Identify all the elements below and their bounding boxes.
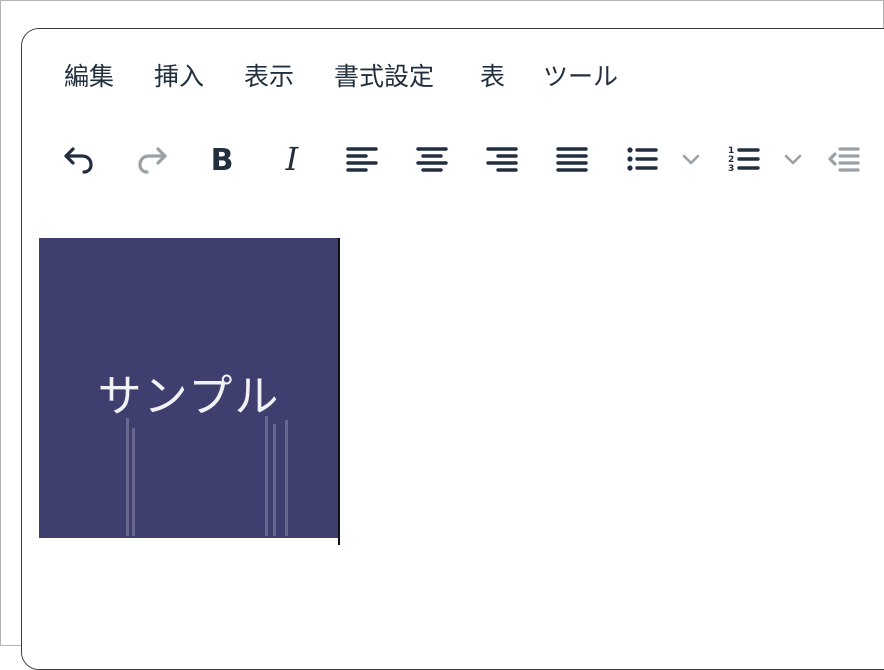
menu-table[interactable]: 表: [480, 59, 505, 95]
image-texture: [132, 428, 135, 536]
editor-header: 編集 挿入 表示 書式設定 表 ツール B I 1 2 3: [22, 29, 884, 205]
italic-icon: I: [285, 141, 300, 177]
menu-view[interactable]: 表示: [244, 59, 294, 95]
menu-tools[interactable]: ツール: [543, 59, 618, 95]
align-right-icon: [486, 147, 518, 172]
editor-content[interactable]: サンプル: [22, 205, 884, 669]
rich-text-editor: 編集 挿入 表示 書式設定 表 ツール B I 1 2 3 サンプル: [21, 28, 884, 670]
align-justify-button[interactable]: [552, 139, 592, 179]
undo-button[interactable]: [59, 139, 99, 179]
menu-edit[interactable]: 編集: [64, 59, 114, 95]
image-texture: [265, 416, 268, 536]
chevron-down-icon[interactable]: [780, 146, 806, 172]
menu-format[interactable]: 書式設定: [334, 59, 434, 95]
menu-insert[interactable]: 挿入: [154, 59, 204, 95]
align-left-icon: [346, 147, 378, 172]
numbered-list-icon: 1 2 3: [728, 146, 760, 174]
redo-button[interactable]: [132, 139, 172, 179]
svg-text:B: B: [211, 143, 234, 177]
align-center-button[interactable]: [412, 139, 452, 179]
redo-icon: [138, 147, 167, 174]
bullet-list-button[interactable]: [622, 139, 662, 179]
svg-text:3: 3: [728, 164, 734, 174]
image-text: サンプル: [97, 371, 281, 422]
align-justify-icon: [556, 147, 588, 172]
bold-button[interactable]: B: [202, 139, 242, 179]
align-center-icon: [416, 147, 448, 172]
image-texture: [285, 420, 288, 536]
undo-icon: [64, 147, 93, 174]
numbered-list-button[interactable]: 1 2 3: [724, 139, 764, 179]
svg-text:I: I: [285, 141, 300, 177]
align-left-button[interactable]: [342, 139, 382, 179]
bold-icon: B: [211, 143, 234, 177]
sample-image[interactable]: サンプル: [39, 238, 339, 538]
toolbar: B I 1 2 3: [22, 134, 884, 184]
chevron-down-icon[interactable]: [678, 146, 704, 172]
bullet-list-icon: [627, 147, 658, 171]
image-texture: [273, 424, 276, 536]
align-right-button[interactable]: [482, 139, 522, 179]
outdent-icon: [828, 147, 860, 172]
italic-button[interactable]: I: [272, 139, 312, 179]
text-cursor: [338, 238, 340, 545]
image-texture: [126, 418, 129, 536]
outdent-button[interactable]: [824, 139, 864, 179]
